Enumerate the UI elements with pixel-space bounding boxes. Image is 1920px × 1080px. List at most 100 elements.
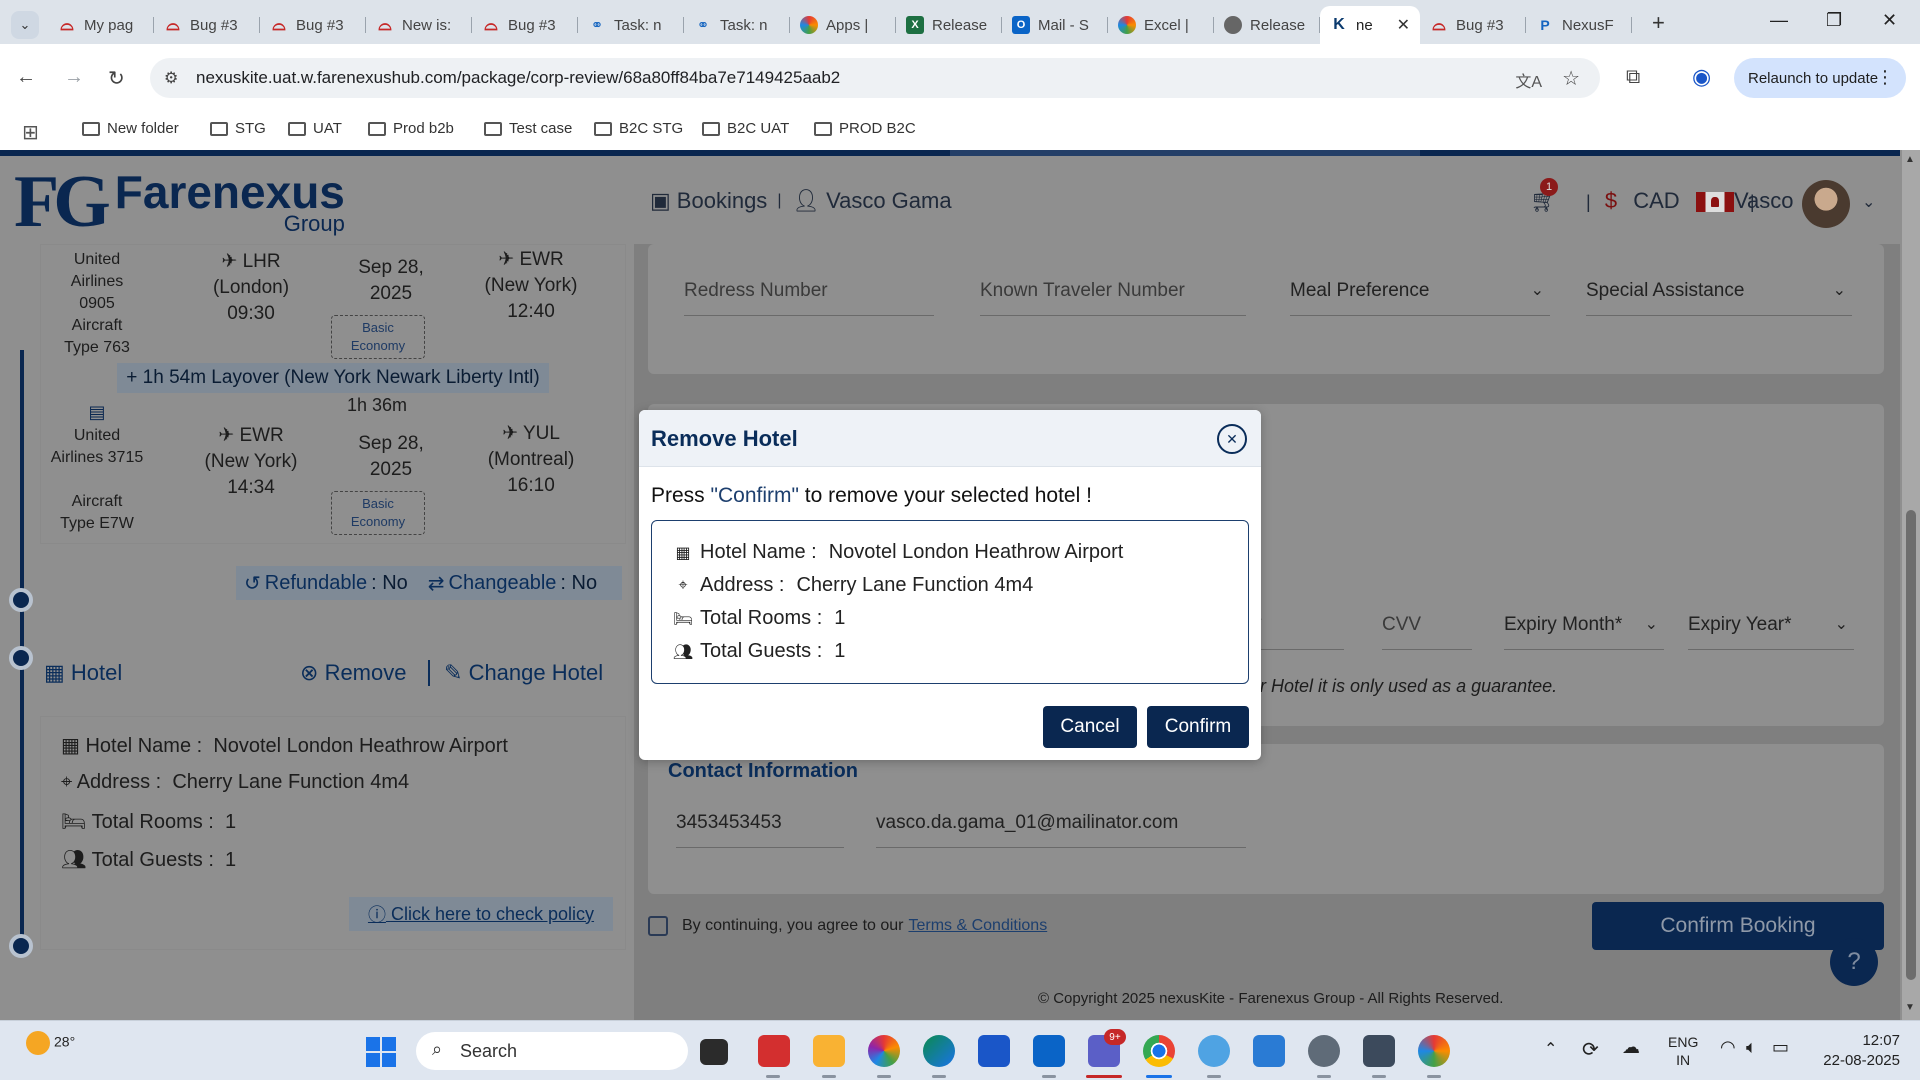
terms-checkbox[interactable]	[648, 916, 668, 936]
brand-logo[interactable]: FG Farenexus Group	[14, 164, 345, 240]
browser-tab[interactable]: O Mail - S	[1002, 6, 1108, 44]
clock[interactable]: 12:07 22-08-2025	[1818, 1031, 1900, 1071]
new-tab-button[interactable]: +	[1652, 10, 1665, 36]
task-icon: ⚭	[696, 17, 710, 34]
apps-icon	[1118, 16, 1136, 34]
tab-title: Bug #3	[296, 16, 344, 34]
running-indicator	[1086, 1075, 1122, 1078]
tab-search-button[interactable]: ⌄	[11, 11, 39, 39]
browser-tab[interactable]: ⌓ Bug #3	[472, 6, 578, 44]
task-view-icon[interactable]	[700, 1039, 728, 1065]
sync-icon[interactable]: ⟳	[1582, 1037, 1599, 1062]
close-icon[interactable]: ✕	[1217, 424, 1247, 454]
taskbar-search[interactable]: ⌕ Search	[416, 1032, 688, 1070]
cancel-button[interactable]: Cancel	[1043, 706, 1137, 748]
folder-icon	[210, 121, 228, 136]
browser-tab[interactable]: ⌓ Bug #3	[154, 6, 260, 44]
browser-tab[interactable]: ⌓ Bug #3	[260, 6, 366, 44]
apps-grid-icon[interactable]: ⊞	[22, 120, 39, 145]
terms-link[interactable]: Terms & Conditions	[908, 917, 1047, 935]
tab-title: ne	[1356, 16, 1373, 34]
bookmark-folder[interactable]: New folder	[82, 120, 179, 137]
bookmark-folder[interactable]: B2C UAT	[702, 120, 789, 137]
browser-tab[interactable]: X Release	[896, 6, 1002, 44]
modal-title: Remove Hotel	[651, 426, 798, 451]
extensions-icon[interactable]: ⧉	[1626, 66, 1640, 89]
language-indicator[interactable]: ENG IN	[1668, 1033, 1698, 1069]
profile-icon[interactable]: ◉	[1692, 64, 1711, 90]
wifi-icon[interactable]: ◠	[1720, 1037, 1736, 1058]
settings-icon[interactable]	[1308, 1035, 1340, 1067]
airline-name: United Airlines 0905	[70, 251, 124, 312]
site-info-icon[interactable]: ⚙	[164, 68, 178, 88]
forward-icon[interactable]: →	[64, 66, 84, 89]
wps-office-icon[interactable]	[758, 1035, 790, 1067]
notepad-icon[interactable]	[1253, 1035, 1285, 1067]
running-indicator	[877, 1075, 891, 1078]
arrival-airport: ✈︎ YUL	[502, 423, 560, 444]
browser-tab[interactable]: Kne ✕	[1320, 6, 1420, 44]
outlook-icon[interactable]	[1033, 1035, 1065, 1067]
translate-icon[interactable]: 文A	[1515, 68, 1542, 92]
relaunch-label: Relaunch to update	[1748, 69, 1879, 87]
check-policy-link[interactable]: ⓘ Click here to check policy	[349, 897, 613, 931]
relaunch-button[interactable]: Relaunch to update ⋮	[1734, 58, 1906, 98]
flight-date: Sep 28, 2025	[358, 433, 424, 480]
restore-button[interactable]: ❐	[1826, 10, 1842, 31]
weather-widget[interactable]: 28°	[26, 1031, 75, 1055]
confirm-button[interactable]: Confirm	[1147, 706, 1249, 748]
bookmark-folder[interactable]: Prod b2b	[368, 120, 454, 137]
bookmark-folder[interactable]: UAT	[288, 120, 342, 137]
browser-tab[interactable]: P NexusF	[1526, 6, 1632, 44]
hotel-summary-card: ▦ Hotel Name : Novotel London Heathrow A…	[40, 716, 626, 950]
browser-tab[interactable]: ⚭ Task: n	[578, 6, 684, 44]
store-icon[interactable]	[978, 1035, 1010, 1067]
running-indicator	[1372, 1075, 1386, 1078]
k-icon: K	[1333, 16, 1345, 33]
change-hotel-button[interactable]: ✎ Change Hotel	[444, 660, 603, 686]
browser-tab[interactable]: ⌓ New is:	[366, 6, 472, 44]
back-icon[interactable]: ←	[16, 66, 36, 89]
chevron-up-icon[interactable]: ⌃	[1544, 1039, 1557, 1059]
page-scrollbar[interactable]: ▲ ▼	[1902, 150, 1920, 1020]
m365-icon[interactable]	[1418, 1035, 1450, 1067]
location-pin-icon: ⌖	[61, 771, 73, 793]
chrome-icon[interactable]	[1143, 1035, 1175, 1067]
close-tab-icon[interactable]: ✕	[1397, 15, 1410, 35]
onedrive-icon[interactable]: ☁	[1622, 1037, 1640, 1058]
bookmark-folder[interactable]: B2C STG	[594, 120, 683, 137]
scrollbar-thumb[interactable]	[1906, 510, 1916, 980]
browser-tab[interactable]: ⌓ My pag	[48, 6, 154, 44]
hotel-guests-row: 👥︎ Total Guests : 1	[61, 849, 237, 871]
bookmark-folder[interactable]: PROD B2C	[814, 120, 916, 137]
tab-title: Release	[1250, 16, 1306, 34]
minimize-button[interactable]: —	[1770, 10, 1788, 31]
copilot-icon[interactable]	[868, 1035, 900, 1067]
help-icon[interactable]: ?	[1830, 938, 1878, 986]
bookmark-folder[interactable]: STG	[210, 120, 266, 137]
menu-dots-icon[interactable]: ⋮	[1876, 67, 1894, 88]
browser-tab[interactable]: Excel |	[1108, 6, 1214, 44]
browser-tab[interactable]: ⌓ Bug #3	[1420, 6, 1526, 44]
browser-tab[interactable]: Apps |	[790, 6, 896, 44]
start-button[interactable]	[366, 1037, 396, 1067]
plane-takeoff-icon: ✈︎	[221, 251, 238, 272]
bookmarks-bar: ⊞ New folder STG UAT Prod b2b Test case …	[0, 112, 1920, 150]
close-window-button[interactable]: ✕	[1882, 10, 1897, 31]
remove-hotel-button[interactable]: ⊗ Remove	[300, 660, 406, 686]
paint-icon[interactable]	[1198, 1035, 1230, 1067]
file-explorer-icon[interactable]	[813, 1035, 845, 1067]
calculator-icon[interactable]	[1363, 1035, 1395, 1067]
browser-tab[interactable]: ⚭ Task: n	[684, 6, 790, 44]
airline-logo-icon: ▤	[88, 402, 106, 422]
bookmark-star-icon[interactable]: ☆	[1562, 66, 1580, 91]
volume-icon[interactable]: 🔈︎	[1746, 1037, 1757, 1058]
battery-icon[interactable]: ▭	[1772, 1037, 1789, 1058]
address-bar[interactable]: ⚙ nexuskite.uat.w.farenexushub.com/packa…	[150, 58, 1600, 98]
reload-icon[interactable]: ↻	[108, 66, 125, 91]
plane-takeoff-icon: ✈︎	[218, 425, 235, 446]
browser-tab[interactable]: Release	[1214, 6, 1320, 44]
edge-icon[interactable]	[923, 1035, 955, 1067]
hotel-section-title: ▦ Hotel	[44, 660, 123, 685]
bookmark-folder[interactable]: Test case	[484, 120, 572, 137]
